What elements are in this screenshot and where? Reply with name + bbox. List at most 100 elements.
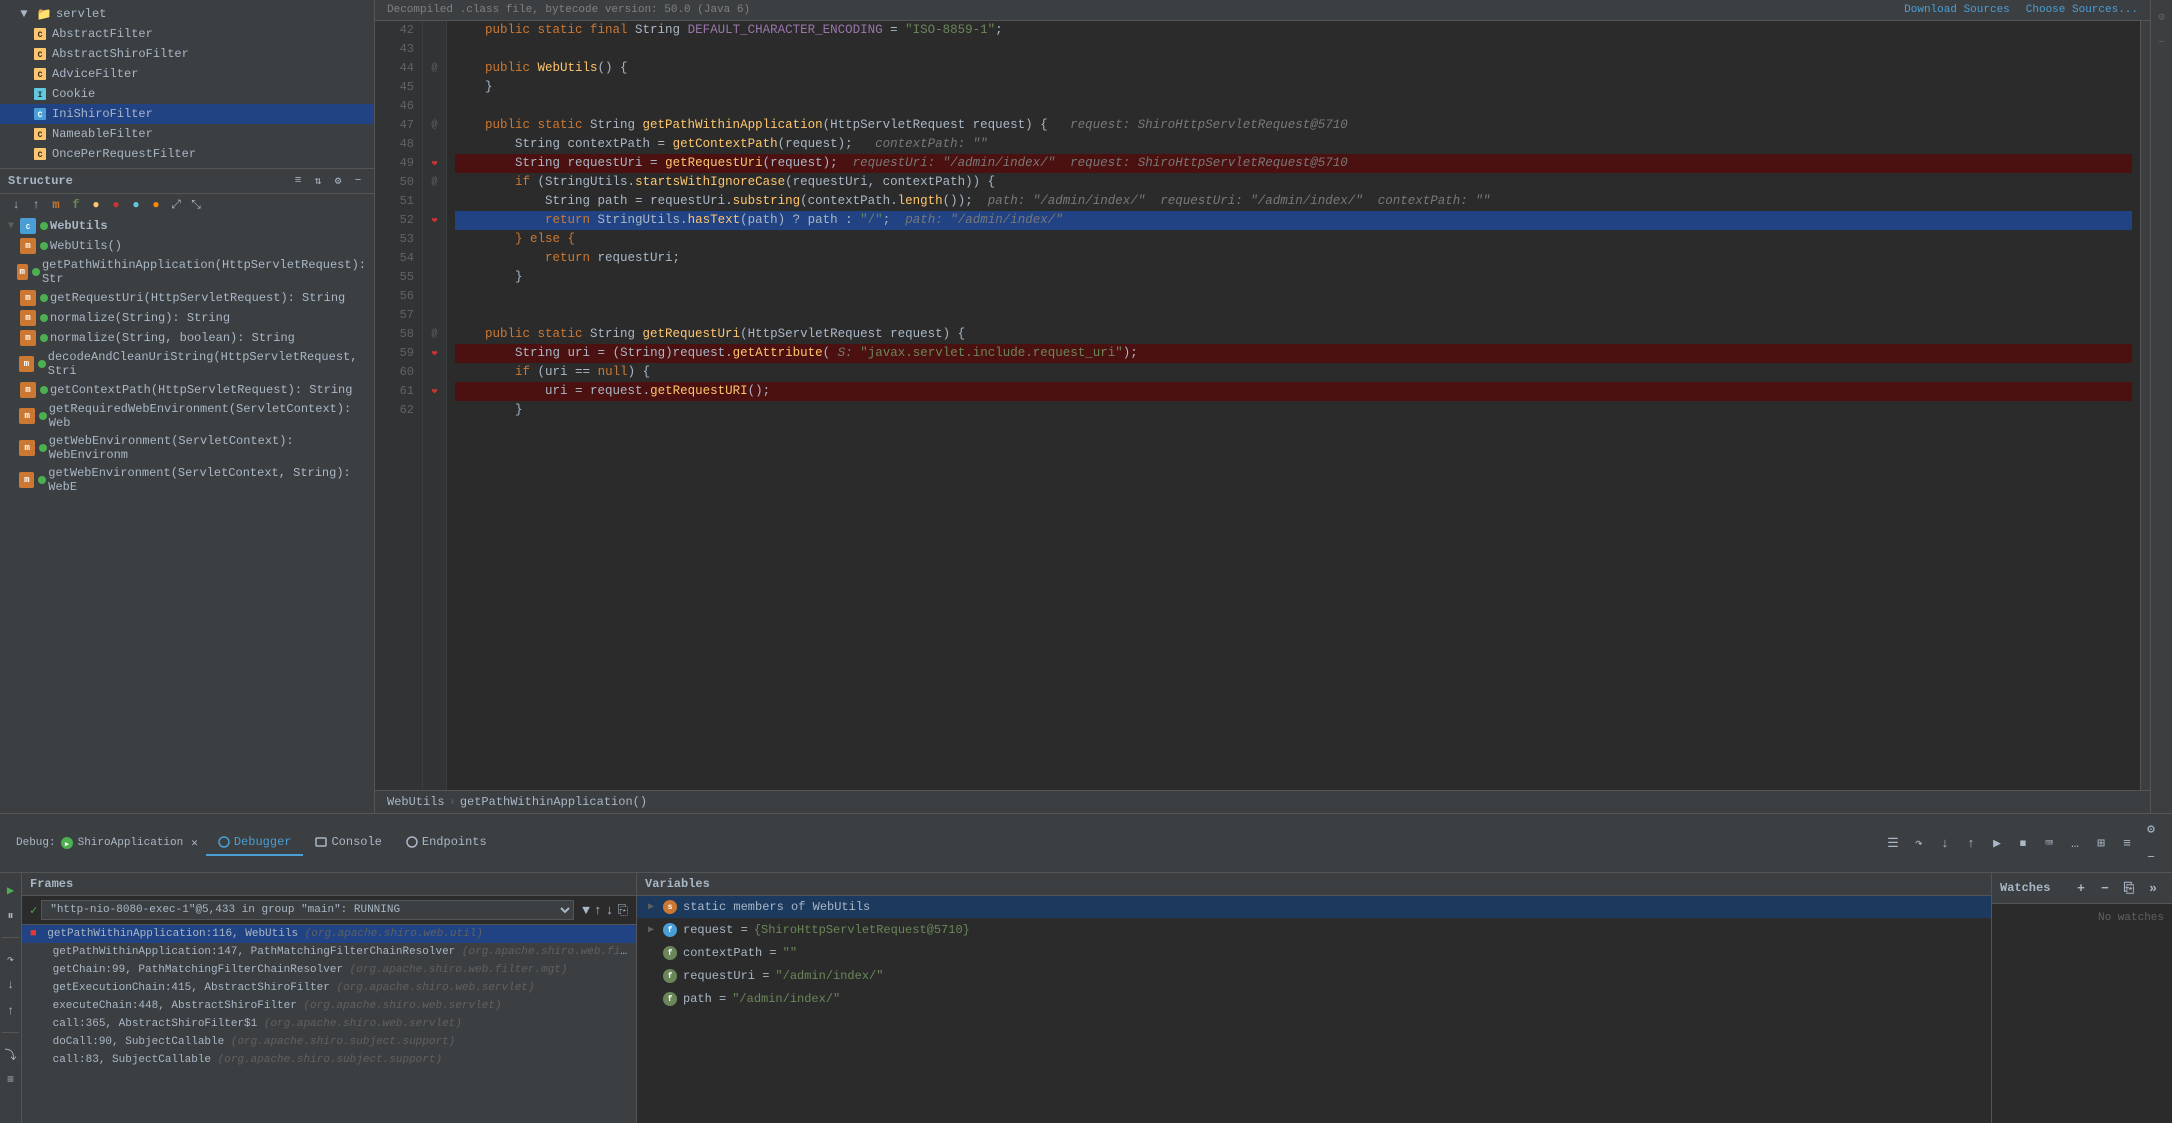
struct-item-getwebenv2[interactable]: m getWebEnvironment(ServletContext, Stri… (0, 464, 374, 496)
thread-filter-btn[interactable]: ▼ (582, 903, 590, 918)
debug-app[interactable]: ▶ ShiroApplication (60, 836, 184, 850)
svg-text:C: C (38, 31, 43, 40)
filter-field-icon[interactable]: f (68, 197, 84, 213)
minimize-debug-btn[interactable]: − (2140, 846, 2162, 868)
filter-red-icon[interactable]: ● (108, 197, 124, 213)
var-item-requesturi[interactable]: ▶ f requestUri = "/admin/index/" (637, 965, 1991, 988)
filter-yellow-icon[interactable]: ● (88, 197, 104, 213)
toolbar-list-btn[interactable]: ☰ (1882, 832, 1904, 854)
download-sources-link[interactable]: Download Sources (1904, 4, 2010, 16)
copy-watch-btn[interactable]: ⎘ (2118, 877, 2140, 899)
tree-item-nameablefilter[interactable]: C NameableFilter (0, 124, 374, 144)
var-item-contextpath[interactable]: ▶ f contextPath = "" (637, 942, 1991, 965)
settings-debug-btn[interactable]: ⚙ (2140, 818, 2162, 840)
toolbar-grid-btn[interactable]: ⊞ (2090, 832, 2112, 854)
tree-item-inishirofilter[interactable]: C IniShiroFilter (0, 104, 374, 124)
tree-item-abstractfilter[interactable]: C AbstractFilter (0, 24, 374, 44)
vertical-scrollbar[interactable] (2140, 21, 2150, 790)
breadcrumb-method[interactable]: getPathWithinApplication() (460, 795, 647, 809)
step-into-btn[interactable]: ↓ (2, 976, 20, 994)
choose-sources-link[interactable]: Choose Sources... (2026, 4, 2138, 16)
frame-item-5[interactable]: call:365, AbstractShiroFilter$1 (org.apa… (22, 1015, 636, 1033)
toolbar-evaluate-btn[interactable]: ⌨ (2038, 832, 2060, 854)
breadcrumb-webutils[interactable]: WebUtils (387, 795, 445, 809)
tree-item-abstractshirofilter[interactable]: C AbstractShiroFilter (0, 44, 374, 64)
thread-dropdown[interactable]: "http-nio-8080-exec-1"@5,433 in group "m… (41, 900, 574, 920)
remove-watch-btn[interactable]: − (2094, 877, 2116, 899)
run-to-cursor-btn[interactable]: ⤵ (2, 1045, 20, 1063)
sort-alpha-btn[interactable]: ≡ (290, 173, 306, 189)
expand-icon[interactable]: ▶ (645, 924, 657, 936)
add-watch-btn[interactable]: + (2070, 877, 2092, 899)
toolbar-settings2-btn[interactable]: ≡ (2116, 832, 2138, 854)
step-out-btn[interactable]: ↑ (2, 1002, 20, 1020)
struct-item-getwebenv1[interactable]: m getWebEnvironment(ServletContext): Web… (0, 432, 374, 464)
frame-item-3[interactable]: getExecutionChain:415, AbstractShiroFilt… (22, 979, 636, 997)
struct-item-decodeandclean[interactable]: m decodeAndCleanUriString(HttpServletReq… (0, 348, 374, 380)
thread-up-btn[interactable]: ↑ (594, 903, 602, 918)
var-item-path[interactable]: ▶ f path = "/admin/index/" (637, 988, 1991, 1011)
struct-item-getpathwithinapp[interactable]: m getPathWithinApplication(HttpServletRe… (0, 256, 374, 288)
struct-label: getWebEnvironment(ServletContext): WebEn… (49, 434, 366, 462)
toolbar-step-out-btn[interactable]: ↑ (1960, 832, 1982, 854)
frame-item-4[interactable]: executeChain:448, AbstractShiroFilter (o… (22, 997, 636, 1015)
tree-item-servlet[interactable]: ▼ 📁 servlet (0, 4, 374, 24)
tree-item-cookie[interactable]: I Cookie (0, 84, 374, 104)
thread-copy-btn[interactable]: ⎘ (618, 903, 628, 918)
toolbar-stop-btn[interactable]: ⏹ (2012, 832, 2034, 854)
struct-item-normalize1[interactable]: m normalize(String): String (0, 308, 374, 328)
minimize-icon[interactable]: − (2153, 34, 2171, 52)
var-item-static[interactable]: ▶ s static members of WebUtils (637, 896, 1991, 919)
frame-item-2[interactable]: getChain:99, PathMatchingFilterChainReso… (22, 961, 636, 979)
tab-console[interactable]: Console (303, 830, 393, 856)
toolbar-more-btn[interactable]: … (2064, 832, 2086, 854)
close-debug-tab[interactable]: ✕ (191, 836, 198, 850)
more-watch-btn[interactable]: » (2142, 877, 2164, 899)
code-content[interactable]: public static final String DEFAULT_CHARA… (447, 21, 2140, 790)
tab-debugger[interactable]: Debugger (206, 830, 304, 856)
thread-down-btn[interactable]: ↓ (606, 903, 614, 918)
resume-btn[interactable]: ▶ (2, 881, 20, 899)
tree-item-onceprrequestfilter[interactable]: C OncePerRequestFilter (0, 144, 374, 164)
toolbar-resume-btn[interactable]: ▶ (1986, 832, 2008, 854)
pause-btn[interactable]: ⏸ (2, 907, 20, 925)
filter-orange-icon[interactable]: ● (148, 197, 164, 213)
debug-area: Debug: ▶ ShiroApplication ✕ Debugger Con… (0, 813, 2172, 1123)
filter-expand-icon[interactable]: ⤢ (168, 197, 184, 213)
frame-item-7[interactable]: call:83, SubjectCallable (org.apache.shi… (22, 1051, 636, 1069)
sort-visibility-btn[interactable]: ⇅ (310, 173, 326, 189)
tree-item-advicefilter[interactable]: C AdviceFilter (0, 64, 374, 84)
step-over-btn[interactable]: ↷ (2, 950, 20, 968)
filter-up-icon[interactable]: ↑ (28, 197, 44, 213)
frame-item-0[interactable]: ■ getPathWithinApplication:116, WebUtils… (22, 925, 636, 943)
code-area[interactable]: 42 43 44 45 46 47 48 49 50 51 52 53 54 5… (375, 21, 2150, 790)
endpoints-icon (406, 836, 418, 848)
filter-circle-icon[interactable]: ● (128, 197, 144, 213)
toolbar-step-over-btn[interactable]: ↷ (1908, 832, 1930, 854)
frame-method-label: getChain:99, PathMatchingFilterChainReso… (53, 964, 350, 976)
var-label: request = (683, 923, 748, 937)
struct-item-getcontextpath[interactable]: m getContextPath(HttpServletRequest): St… (0, 380, 374, 400)
frame-item-1[interactable]: getPathWithinApplication:147, PathMatchi… (22, 943, 636, 961)
struct-item-getrequesturi[interactable]: m getRequestUri(HttpServletRequest): Str… (0, 288, 374, 308)
struct-item-getrequiredweb[interactable]: m getRequiredWebEnvironment(ServletConte… (0, 400, 374, 432)
close-structure-btn[interactable]: − (350, 173, 366, 189)
evaluate-btn[interactable]: ≡ (2, 1071, 20, 1089)
tab-endpoints[interactable]: Endpoints (394, 830, 499, 856)
settings-btn[interactable]: ⚙ (330, 173, 346, 189)
tree-label: IniShiroFilter (52, 107, 153, 121)
filter-collapse-icon[interactable]: ⤡ (188, 197, 204, 213)
struct-item-webutils-class[interactable]: ▼ C WebUtils (0, 216, 374, 236)
debug-tabs-bar: Debug: ▶ ShiroApplication ✕ Debugger Con… (0, 814, 2172, 873)
toolbar-step-into-btn[interactable]: ↓ (1934, 832, 1956, 854)
var-item-request[interactable]: ▶ f request = {ShiroHttpServletRequest@5… (637, 919, 1991, 942)
settings-icon[interactable]: ⚙ (2153, 8, 2171, 26)
struct-item-normalize2[interactable]: m normalize(String, boolean): String (0, 328, 374, 348)
expand-icon[interactable]: ▶ (645, 901, 657, 913)
filter-down-icon[interactable]: ↓ (8, 197, 24, 213)
struct-item-webutils-constructor[interactable]: m WebUtils() (0, 236, 374, 256)
frame-item-6[interactable]: doCall:90, SubjectCallable (org.apache.s… (22, 1033, 636, 1051)
method-icon: m (19, 472, 34, 488)
filter-method-icon[interactable]: m (48, 197, 64, 213)
struct-item-decoderequeststring[interactable]: m decodeRequestString(HttpServletRequest… (0, 496, 374, 498)
